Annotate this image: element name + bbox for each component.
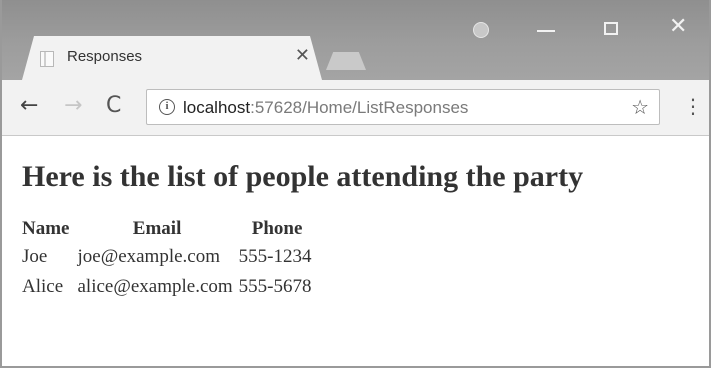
window-frame <box>0 0 711 368</box>
